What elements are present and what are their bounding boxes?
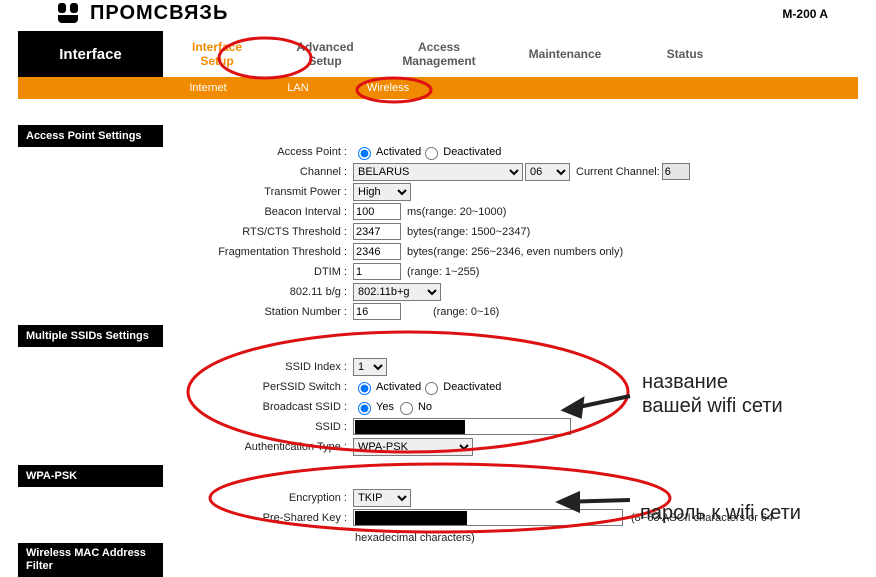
- radio-ap-deactivated[interactable]: [425, 147, 438, 160]
- hint-station: (range: 0~16): [433, 306, 499, 318]
- input-dtim[interactable]: [353, 263, 401, 280]
- label-channel: Channel :: [163, 166, 353, 178]
- select-ssid-index[interactable]: 1: [353, 358, 387, 376]
- hint-beacon: ms(range: 20~1000): [407, 206, 506, 218]
- label-rts-threshold: RTS/CTS Threshold :: [163, 226, 353, 238]
- select-auth-type[interactable]: WPA-PSK: [353, 438, 473, 456]
- select-transmit-power[interactable]: High: [353, 183, 411, 201]
- label-beacon-interval: Beacon Interval :: [163, 206, 353, 218]
- radio-perssid-activated-label: Activated: [376, 381, 421, 393]
- radio-broadcast-no[interactable]: [400, 402, 413, 415]
- tab-access-management[interactable]: AccessManagement: [379, 31, 499, 77]
- label-perssid-switch: PerSSID Switch :: [163, 381, 353, 393]
- input-beacon-interval[interactable]: [353, 203, 401, 220]
- tab-interface-setup[interactable]: InterfaceSetup: [163, 31, 271, 77]
- input-station-number[interactable]: [353, 303, 401, 320]
- hint-frag: bytes(range: 256~2346, even numbers only…: [407, 246, 623, 258]
- select-channel-country[interactable]: BELARUS: [353, 163, 523, 181]
- select-channel-num[interactable]: 06: [525, 163, 570, 181]
- radio-ap-deactivated-label: Deactivated: [443, 146, 501, 158]
- input-rts-threshold[interactable]: [353, 223, 401, 240]
- tab-advanced-setup[interactable]: AdvancedSetup: [271, 31, 379, 77]
- label-dtim: DTIM :: [163, 266, 353, 278]
- hint-psk-2: hexadecimal characters): [355, 532, 475, 544]
- section-wpa-psk: WPA-PSK: [18, 465, 163, 487]
- select-encryption[interactable]: TKIP: [353, 489, 411, 507]
- field-current-channel: [662, 163, 690, 180]
- select-80211-mode[interactable]: 802.11b+g: [353, 283, 441, 301]
- label-auth-type: Authentication Type :: [163, 441, 353, 453]
- label-preshared-key: Pre-Shared Key :: [163, 512, 353, 524]
- hint-dtim: (range: 1~255): [407, 266, 479, 278]
- nav-section-title: Interface: [18, 31, 163, 77]
- redaction-psk: [355, 511, 467, 525]
- radio-broadcast-yes[interactable]: [358, 402, 371, 415]
- anno-text-psk: пароль к wifi сети: [640, 502, 801, 525]
- label-frag-threshold: Fragmentation Threshold :: [163, 246, 353, 258]
- section-access-point: Access Point Settings: [18, 125, 163, 147]
- anno-text-ssid: названиевашей wifi сети: [642, 370, 783, 418]
- label-ssid-index: SSID Index :: [163, 361, 353, 373]
- radio-perssid-activated[interactable]: [358, 382, 371, 395]
- label-transmit-power: Transmit Power :: [163, 186, 353, 198]
- label-encryption: Encryption :: [163, 492, 353, 504]
- label-station-number: Station Number :: [163, 306, 353, 318]
- section-multiple-ssids: Multiple SSIDs Settings: [18, 325, 163, 347]
- hint-rts: bytes(range: 1500~2347): [407, 226, 530, 238]
- redaction-ssid: [355, 420, 465, 434]
- radio-perssid-deactivated-label: Deactivated: [443, 381, 501, 393]
- brand-logo: ПРОМСВЯЗЬ: [58, 2, 228, 25]
- label-80211bg: 802.11 b/g :: [163, 286, 353, 298]
- radio-ap-activated-label: Activated: [376, 146, 421, 158]
- label-access-point: Access Point :: [163, 146, 353, 158]
- main-nav: Interface InterfaceSetup AdvancedSetup A…: [18, 31, 858, 77]
- logo-icon: [58, 3, 84, 25]
- subtab-lan[interactable]: LAN: [253, 82, 343, 94]
- radio-broadcast-no-label: No: [418, 401, 432, 413]
- subtab-wireless[interactable]: Wireless: [343, 82, 433, 94]
- label-current-channel: Current Channel:: [576, 166, 660, 178]
- label-ssid: SSID :: [163, 421, 353, 433]
- tab-maintenance[interactable]: Maintenance: [499, 31, 631, 77]
- label-broadcast-ssid: Broadcast SSID :: [163, 401, 353, 413]
- radio-ap-activated[interactable]: [358, 147, 371, 160]
- radio-perssid-deactivated[interactable]: [425, 382, 438, 395]
- input-frag-threshold[interactable]: [353, 243, 401, 260]
- section-mac-filter: Wireless MAC Address Filter: [18, 543, 163, 577]
- tab-status[interactable]: Status: [631, 31, 739, 77]
- sub-nav: Internet LAN Wireless: [18, 77, 858, 99]
- radio-broadcast-yes-label: Yes: [376, 401, 394, 413]
- subtab-internet[interactable]: Internet: [163, 82, 253, 94]
- brand-text: ПРОМСВЯЗЬ: [90, 2, 228, 25]
- model-label: M-200 A: [782, 7, 828, 21]
